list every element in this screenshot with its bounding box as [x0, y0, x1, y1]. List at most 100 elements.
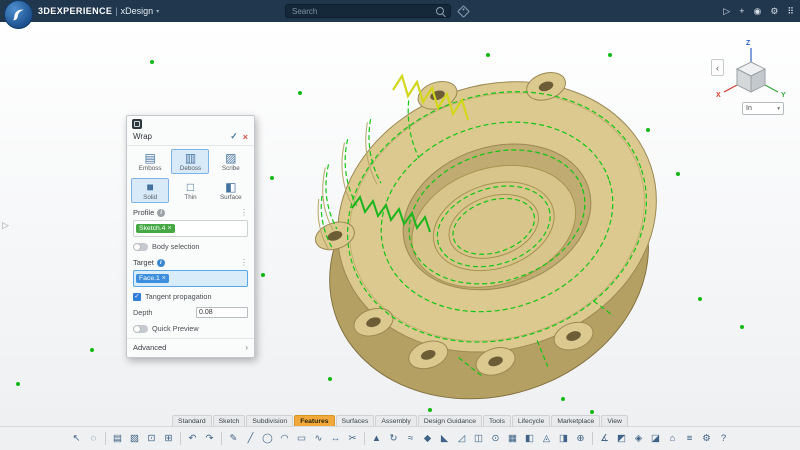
- redo-icon[interactable]: ↷: [202, 431, 217, 446]
- circle-icon[interactable]: ◯: [260, 431, 275, 446]
- boolean-icon[interactable]: ⊕: [573, 431, 588, 446]
- kebab-menu-icon[interactable]: ⋮: [240, 258, 248, 267]
- hole-icon[interactable]: ⊙: [488, 431, 503, 446]
- chevron-right-icon: ›: [245, 343, 248, 352]
- sketch-icon[interactable]: ✎: [226, 431, 241, 446]
- brand-divider: |: [115, 6, 117, 16]
- spline-icon[interactable]: ∿: [311, 431, 326, 446]
- grid-icon[interactable]: ≡: [682, 431, 697, 446]
- extrude-icon[interactable]: ▲: [369, 431, 384, 446]
- profile-selection-field[interactable]: Sketch.4 ×: [133, 220, 248, 237]
- target-section-label: Target i ⋮: [127, 254, 254, 269]
- search-input[interactable]: [290, 6, 436, 17]
- kebab-menu-icon[interactable]: ⋮: [240, 208, 248, 217]
- quick-preview-toggle[interactable]: [133, 325, 148, 333]
- viewport[interactable]: ▷ ‹ Z X Y In ▾ Wrap ✓ × ▤ Emboss: [0, 22, 800, 427]
- confirm-button[interactable]: ✓: [230, 131, 238, 142]
- target-selection-field[interactable]: Face.1 ×: [133, 270, 248, 287]
- model-render[interactable]: [0, 22, 800, 427]
- zoom-fit-icon[interactable]: ⌂: [665, 431, 680, 446]
- apps-icon[interactable]: ⠿: [787, 0, 794, 22]
- section-icon[interactable]: ◩: [614, 431, 629, 446]
- emboss-option[interactable]: ▤ Emboss: [131, 149, 169, 174]
- revolve-icon[interactable]: ↻: [386, 431, 401, 446]
- measure-icon[interactable]: ∡: [597, 431, 612, 446]
- wrap-dialog: Wrap ✓ × ▤ Emboss ▥ Deboss ▨ Scribe: [126, 115, 255, 358]
- depth-row: Depth: [127, 304, 254, 321]
- view-icon[interactable]: ◪: [648, 431, 663, 446]
- app-switch-caret-icon[interactable]: ▾: [156, 8, 159, 15]
- play-icon[interactable]: ▷: [723, 0, 730, 22]
- surface-option[interactable]: ◧ Surface: [212, 178, 250, 203]
- split-icon[interactable]: ◨: [556, 431, 571, 446]
- deboss-option[interactable]: ▥ Deboss: [171, 149, 209, 174]
- select-icon[interactable]: ↖: [69, 431, 84, 446]
- unit-value: In: [746, 105, 752, 112]
- user-icon[interactable]: ◉: [753, 0, 761, 22]
- mirror-icon[interactable]: ◧: [522, 431, 537, 446]
- top-app-bar: 3DEXPERIENCE | xDesign ▾ ▷ + ◉ ⚙ ⠿: [0, 0, 800, 22]
- axis-x-label: X: [716, 92, 721, 99]
- body-selection-toggle[interactable]: [133, 243, 148, 251]
- chamfer-icon[interactable]: ◿: [454, 431, 469, 446]
- part-body: [277, 27, 705, 427]
- help-icon[interactable]: ?: [716, 431, 731, 446]
- arc-icon[interactable]: ◠: [277, 431, 292, 446]
- trim-icon[interactable]: ✂: [345, 431, 360, 446]
- shell-icon[interactable]: ◫: [471, 431, 486, 446]
- info-icon[interactable]: i: [157, 259, 165, 267]
- profile-section-label: Profile i ⋮: [127, 204, 254, 219]
- sweep-icon[interactable]: ≈: [403, 431, 418, 446]
- tag-icon[interactable]: [457, 5, 470, 18]
- settings-icon[interactable]: ⚙: [699, 431, 714, 446]
- line-icon[interactable]: ╱: [243, 431, 258, 446]
- 3ds-compass-logo-icon[interactable]: [4, 0, 33, 29]
- solid-option[interactable]: ■ Solid: [131, 178, 169, 203]
- chevron-down-icon: ▾: [777, 106, 780, 112]
- topbar-right-icons: ▷ + ◉ ⚙ ⠿: [723, 0, 794, 22]
- undo-icon[interactable]: ↶: [185, 431, 200, 446]
- fillet-icon[interactable]: ◣: [437, 431, 452, 446]
- tangent-propagation-row: Tangent propagation: [127, 289, 254, 304]
- quick-preview-row: Quick Preview: [127, 321, 254, 336]
- loft-icon[interactable]: ◆: [420, 431, 435, 446]
- brand-name: 3DEXPERIENCE: [38, 6, 112, 16]
- dialog-title: Wrap: [133, 132, 225, 141]
- target-chip[interactable]: Face.1 ×: [136, 274, 169, 283]
- rectangle-icon[interactable]: ▭: [294, 431, 309, 446]
- remove-chip-icon[interactable]: ×: [167, 225, 171, 232]
- material-icon[interactable]: ◈: [631, 431, 646, 446]
- view-cube[interactable]: Z X Y: [712, 36, 790, 100]
- pattern-icon[interactable]: ▦: [505, 431, 520, 446]
- bottom-toolbar: ↖ ◌ ▤ ▧ ⊡ ⊞ ↶ ↷ ✎ ╱ ◯ ◠ ▭ ∿ ↔ ✂ ▲ ↻ ≈: [0, 426, 800, 450]
- profile-chip[interactable]: Sketch.4 ×: [136, 224, 175, 233]
- settings-icon[interactable]: ⚙: [770, 0, 778, 22]
- search-icon[interactable]: [436, 7, 444, 15]
- box-select-icon[interactable]: ◌: [86, 431, 101, 446]
- search-bar[interactable]: [285, 4, 451, 18]
- wrap-type-options: ▤ Emboss ▥ Deboss ▨ Scribe: [127, 146, 254, 175]
- thin-option[interactable]: □ Thin: [171, 178, 209, 203]
- tangent-propagation-checkbox[interactable]: [133, 293, 141, 301]
- info-icon[interactable]: i: [157, 209, 165, 217]
- panel-expander-icon[interactable]: ▷: [2, 220, 9, 231]
- wrap-feature-icon: [132, 119, 142, 129]
- close-button[interactable]: ×: [243, 132, 248, 142]
- scribe-option[interactable]: ▨ Scribe: [212, 149, 250, 174]
- axis-y-label: Y: [781, 92, 786, 99]
- dialog-drag-handle[interactable]: [127, 116, 254, 130]
- dimension-icon[interactable]: ↔: [328, 431, 343, 446]
- print-icon[interactable]: ⊡: [144, 431, 159, 446]
- add-icon[interactable]: +: [739, 0, 744, 22]
- wrap-icon[interactable]: ◬: [539, 431, 554, 446]
- body-selection-row: Body selection: [127, 239, 254, 254]
- advanced-section[interactable]: Advanced ›: [127, 338, 254, 357]
- open-icon[interactable]: ▧: [127, 431, 142, 446]
- copy-icon[interactable]: ⊞: [161, 431, 176, 446]
- save-icon[interactable]: ▤: [110, 431, 125, 446]
- app-name[interactable]: xDesign: [121, 6, 154, 16]
- unit-dropdown[interactable]: In ▾: [742, 102, 784, 115]
- remove-chip-icon[interactable]: ×: [162, 275, 166, 282]
- depth-input[interactable]: [196, 307, 248, 318]
- dialog-header: Wrap ✓ ×: [127, 130, 254, 146]
